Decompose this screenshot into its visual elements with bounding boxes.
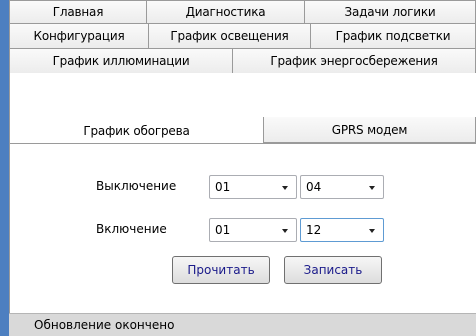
heating-schedule-panel: Выключение 01 04 Включение 01 12 Прочита… bbox=[9, 143, 476, 313]
tab-label: График освещения bbox=[170, 29, 289, 43]
off-hour-select[interactable]: 01 bbox=[209, 175, 297, 199]
on-label: Включение bbox=[96, 222, 167, 236]
off-label: Выключение bbox=[96, 179, 177, 193]
tab-logic-tasks[interactable]: Задачи логики bbox=[304, 0, 476, 24]
tab-energy-saving-schedule[interactable]: График энергосбережения bbox=[232, 48, 476, 74]
tab-label: Диагностика bbox=[185, 5, 266, 19]
tab-gprs-modem[interactable]: GPRS модем bbox=[263, 116, 476, 143]
tab-main[interactable]: Главная bbox=[9, 0, 147, 24]
status-text: Обновление окончено bbox=[34, 318, 175, 332]
on-hour-select[interactable]: 01 bbox=[209, 218, 297, 242]
status-bar: Обновление окончено bbox=[9, 313, 476, 336]
tab-label: Конфигурация bbox=[33, 29, 125, 43]
off-minute-value: 04 bbox=[306, 180, 322, 194]
window-left-border bbox=[0, 0, 9, 336]
tab-lighting-schedule[interactable]: График освещения bbox=[148, 23, 311, 49]
on-hour-value: 01 bbox=[215, 223, 231, 237]
tab-label: Задачи логики bbox=[344, 5, 436, 19]
tab-label: GPRS модем bbox=[331, 122, 408, 137]
write-button-label: Записать bbox=[303, 263, 363, 277]
chevron-down-icon bbox=[282, 186, 288, 190]
tab-diagnostics[interactable]: Диагностика bbox=[146, 0, 305, 24]
on-minute-select[interactable]: 12 bbox=[300, 218, 384, 242]
read-button[interactable]: Прочитать bbox=[172, 256, 270, 284]
tab-heating-schedule[interactable]: График обогрева bbox=[9, 116, 264, 144]
tab-illumination-schedule[interactable]: График иллюминации bbox=[9, 48, 233, 74]
tab-label: График подсветки bbox=[335, 29, 451, 43]
off-hour-value: 01 bbox=[215, 180, 231, 194]
tab-strip-spacer bbox=[9, 73, 476, 117]
off-minute-select[interactable]: 04 bbox=[300, 175, 384, 199]
read-button-label: Прочитать bbox=[187, 263, 255, 277]
tab-label: График энергосбережения bbox=[270, 54, 438, 68]
write-button[interactable]: Записать bbox=[284, 256, 382, 284]
tab-label: График иллюминации bbox=[52, 54, 190, 68]
chevron-down-icon bbox=[369, 186, 375, 190]
tab-backlight-schedule[interactable]: График подсветки bbox=[310, 23, 476, 49]
tab-label: График обогрева bbox=[83, 123, 190, 138]
tab-label: Главная bbox=[52, 5, 104, 19]
tab-configuration[interactable]: Конфигурация bbox=[9, 23, 149, 49]
chevron-down-icon bbox=[369, 229, 375, 233]
chevron-down-icon bbox=[282, 229, 288, 233]
on-minute-value: 12 bbox=[306, 223, 322, 237]
